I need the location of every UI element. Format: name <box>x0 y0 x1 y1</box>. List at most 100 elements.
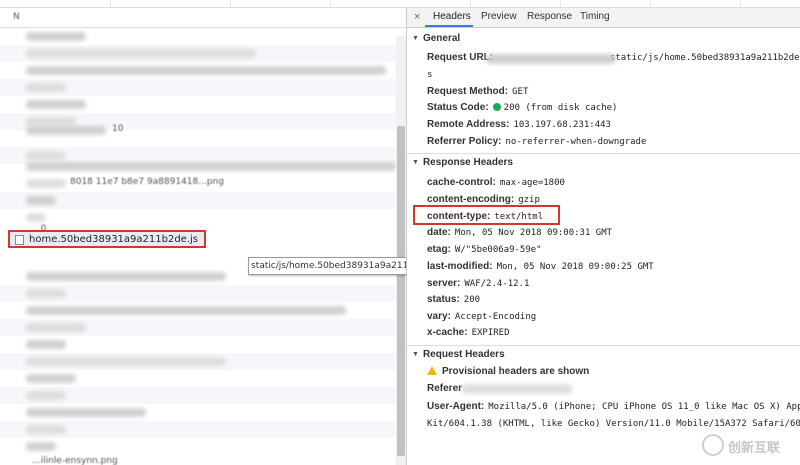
list-item[interactable] <box>0 285 396 302</box>
status-code-row: Status Code: 200 (from disk cache) <box>427 102 617 113</box>
response-headers-toggle[interactable]: ▼ Response Headers <box>412 157 513 168</box>
response-header-row: etag: W/"5be006a9-59e" <box>427 244 542 255</box>
triangle-down-icon: ▼ <box>412 351 419 358</box>
response-header-row: vary: Accept-Encoding <box>427 311 536 322</box>
list-item[interactable]: 10 <box>0 122 396 139</box>
header-value: Mon, 05 Nov 2018 09:00:25 GMT <box>496 262 654 272</box>
list-item[interactable] <box>0 62 396 79</box>
user-agent-wrap: Kit/604.1.38 (KHTML, like Gecko) Version… <box>427 419 800 429</box>
active-tab-indicator <box>425 25 473 27</box>
scrollbar-thumb[interactable] <box>397 126 405 456</box>
details-tabbar: × Headers Preview Response Timing <box>407 8 800 28</box>
provisional-warning-text: Provisional headers are shown <box>442 366 590 377</box>
general-section-toggle[interactable]: ▼ General <box>412 33 460 44</box>
name-column-header[interactable]: N <box>13 12 20 22</box>
list-item[interactable] <box>0 438 396 455</box>
header-key: server: <box>427 278 461 289</box>
timeline-overview <box>0 0 800 8</box>
header-key: content-encoding: <box>427 194 515 205</box>
list-item-fragment: 8018 11e7 b8e7 9a8891418...png <box>70 177 224 187</box>
redacted-referer-region <box>462 384 572 394</box>
remote-address-value: 103.197.68.231:443 <box>513 120 611 130</box>
user-agent-row: User-Agent: Mozilla/5.0 (iPhone; CPU iPho… <box>427 401 800 412</box>
list-item-fragment: 10 <box>112 124 124 134</box>
list-item[interactable] <box>0 45 396 62</box>
header-key: cache-control: <box>427 177 496 188</box>
remote-address-label: Remote Address: <box>427 119 510 130</box>
response-header-row: last-modified: Mon, 05 Nov 2018 09:00:25 … <box>427 261 654 272</box>
triangle-down-icon: ▼ <box>412 35 419 42</box>
referrer-policy-value: no-referrer-when-downgrade <box>505 137 647 147</box>
header-value: WAF/2.4-12.1 <box>464 279 530 289</box>
selected-request-row[interactable]: home.50bed38931a9a211b2de.js <box>8 230 206 248</box>
list-item[interactable] <box>0 79 396 96</box>
request-method-value: GET <box>512 87 529 97</box>
tab-response[interactable]: Response <box>527 11 572 22</box>
list-item[interactable] <box>0 353 396 370</box>
tab-headers[interactable]: Headers <box>433 11 471 22</box>
user-agent-label: User-Agent: <box>427 401 485 412</box>
response-header-row: date: Mon, 05 Nov 2018 09:00:31 GMT <box>427 227 612 238</box>
list-item[interactable] <box>0 336 396 353</box>
request-list-header: N <box>0 8 406 28</box>
request-url-value[interactable]: static/js/home.50bed38931a9a211b2de.j <box>610 53 800 63</box>
response-header-row: server: WAF/2.4-12.1 <box>427 278 529 289</box>
watermark-text: 创新互联 <box>728 440 781 455</box>
request-url-label: Request URL: <box>427 52 494 63</box>
list-item-fragment: ...ilinle-ensynn.png <box>32 456 118 465</box>
header-key: last-modified: <box>427 261 493 272</box>
header-key: status: <box>427 294 460 305</box>
selected-file-name: home.50bed38931a9a211b2de.js <box>29 234 198 245</box>
request-details-pane: × Headers Preview Response Timing ▼ Gener… <box>406 8 800 465</box>
request-url-wrap: s <box>427 70 433 80</box>
list-item[interactable] <box>0 158 396 175</box>
referer-row: Referer <box>427 383 466 394</box>
close-icon[interactable]: × <box>414 11 420 23</box>
response-header-row: x-cache: EXPIRED <box>427 327 510 338</box>
request-url-wrap-row: s <box>427 69 432 80</box>
list-item[interactable] <box>0 370 396 387</box>
request-headers-title: Request Headers <box>422 349 505 360</box>
tab-preview[interactable]: Preview <box>481 11 517 22</box>
list-item[interactable] <box>0 302 396 319</box>
list-item[interactable] <box>0 96 396 113</box>
warning-icon <box>427 366 437 375</box>
header-value: Accept-Encoding <box>454 312 537 322</box>
header-key: x-cache: <box>427 327 468 338</box>
status-dot-icon <box>492 103 501 111</box>
header-value: 200 <box>463 295 481 305</box>
status-code-value: 200 (from disk cache) <box>503 103 618 113</box>
request-method-row: Request Method: GET <box>427 86 528 97</box>
provisional-warning-row: Provisional headers are shown <box>427 366 593 377</box>
tab-timing[interactable]: Timing <box>580 11 610 22</box>
section-divider <box>407 345 800 346</box>
header-value: EXPIRED <box>471 328 510 338</box>
request-method-label: Request Method: <box>427 86 509 97</box>
referer-label: Referer <box>427 383 463 394</box>
list-item[interactable] <box>0 319 396 336</box>
request-headers-toggle[interactable]: ▼ Request Headers <box>412 349 505 360</box>
list-item[interactable]: 8018 11e7 b8e7 9a8891418...png <box>0 175 396 192</box>
list-item[interactable] <box>0 28 396 45</box>
watermark-logo-icon <box>702 434 724 456</box>
section-divider <box>407 153 800 154</box>
general-section-title: General <box>422 33 461 44</box>
list-item[interactable] <box>0 404 396 421</box>
header-value: W/"5be006a9-59e" <box>454 245 542 255</box>
list-item[interactable] <box>0 421 396 438</box>
status-code-label: Status Code: <box>427 102 489 113</box>
file-icon <box>15 235 24 245</box>
referrer-policy-row: Referrer Policy: no-referrer-when-downgra… <box>427 136 646 147</box>
header-value: gzip <box>518 195 540 205</box>
list-item[interactable] <box>0 387 396 404</box>
user-agent-wrap-row: Kit/604.1.38 (KHTML, like Gecko) Version… <box>427 418 800 429</box>
triangle-down-icon: ▼ <box>412 159 419 166</box>
request-list-scrollbar[interactable] <box>396 36 406 465</box>
response-header-row: cache-control: max-age=1800 <box>427 177 565 188</box>
response-header-row: content-encoding: gzip <box>427 194 540 205</box>
response-header-row: status: 200 <box>427 294 480 305</box>
list-item[interactable] <box>0 192 396 209</box>
remote-address-row: Remote Address: 103.197.68.231:443 <box>427 119 611 130</box>
user-agent-value: Mozilla/5.0 (iPhone; CPU iPhone OS 11_0 … <box>488 402 800 412</box>
list-item[interactable]: ...ilinle-ensynn.png <box>0 454 396 465</box>
